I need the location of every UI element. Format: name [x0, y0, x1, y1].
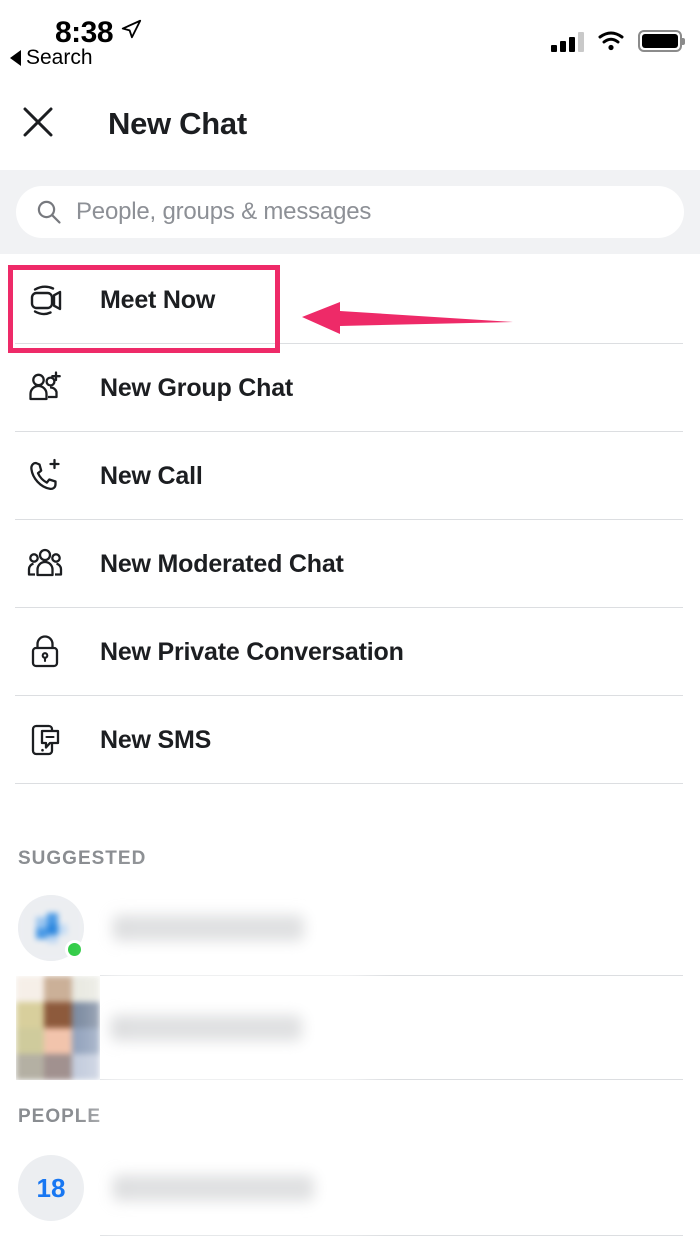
status-bar-indicators: [551, 24, 685, 52]
menu-item-meet-now[interactable]: Meet Now: [0, 256, 700, 344]
menu-item-label: New Call: [100, 461, 203, 490]
list-item[interactable]: 18: [0, 1140, 700, 1236]
row-divider: [15, 783, 683, 784]
new-chat-options-list: Meet Now New Group Chat New Call New Mod…: [0, 256, 700, 784]
search-bar-container: People, groups & messages: [0, 170, 700, 254]
contact-name-redacted: [114, 915, 304, 941]
page-title: New Chat: [108, 106, 247, 141]
menu-item-label: New Moderated Chat: [100, 549, 344, 578]
online-status-indicator: [65, 940, 84, 959]
location-arrow-icon: [121, 19, 142, 39]
row-divider: [100, 1079, 683, 1080]
menu-item-new-sms[interactable]: New SMS: [0, 696, 700, 784]
group-add-icon: [22, 365, 68, 411]
menu-item-new-private-conversation[interactable]: New Private Conversation: [0, 608, 700, 696]
menu-item-new-call[interactable]: New Call: [0, 432, 700, 520]
list-item[interactable]: [0, 976, 700, 1080]
contact-name-redacted: [114, 1175, 314, 1201]
search-icon: [37, 200, 61, 224]
group-count-avatar: 18: [18, 1155, 84, 1221]
avatar: 18: [18, 1155, 84, 1221]
search-input[interactable]: People, groups & messages: [16, 186, 684, 238]
status-bar-time: 8:38: [55, 16, 114, 49]
list-item[interactable]: [0, 880, 700, 976]
menu-item-label: New SMS: [100, 725, 212, 754]
row-divider: [100, 1235, 683, 1236]
status-bar: 8:38 Search: [0, 0, 700, 80]
phone-add-icon: [22, 453, 68, 499]
avatar-blurred-square: [16, 976, 100, 1080]
search-placeholder: People, groups & messages: [76, 198, 372, 225]
battery-full-icon: [638, 30, 685, 52]
menu-item-new-group-chat[interactable]: New Group Chat: [0, 344, 700, 432]
back-to-search-button[interactable]: Search: [10, 46, 93, 70]
navigation-bar: New Chat: [0, 86, 700, 166]
menu-item-label: New Group Chat: [100, 373, 294, 402]
suggested-list: [0, 880, 700, 1080]
video-camera-icon: [22, 277, 68, 323]
close-icon[interactable]: [20, 104, 56, 140]
lock-icon: [22, 629, 68, 675]
cellular-signal-icon: [551, 32, 584, 52]
wifi-icon: [598, 31, 624, 51]
section-header-suggested: SUGGESTED: [18, 848, 147, 869]
avatar: [16, 976, 100, 1080]
menu-item-label: Meet Now: [100, 285, 216, 314]
new-chat-screen: 8:38 Search New Chat People, groups & me…: [0, 0, 700, 1237]
contact-name-redacted: [112, 1015, 302, 1041]
people-group-icon: [22, 541, 68, 587]
section-header-people: PEOPLE: [18, 1106, 102, 1127]
phone-message-icon: [22, 717, 68, 763]
back-triangle-icon: [10, 50, 21, 66]
avatar: [18, 895, 84, 961]
back-label: Search: [26, 46, 93, 69]
people-list: 18: [0, 1140, 700, 1236]
menu-item-label: New Private Conversation: [100, 637, 404, 666]
menu-item-new-moderated-chat[interactable]: New Moderated Chat: [0, 520, 700, 608]
